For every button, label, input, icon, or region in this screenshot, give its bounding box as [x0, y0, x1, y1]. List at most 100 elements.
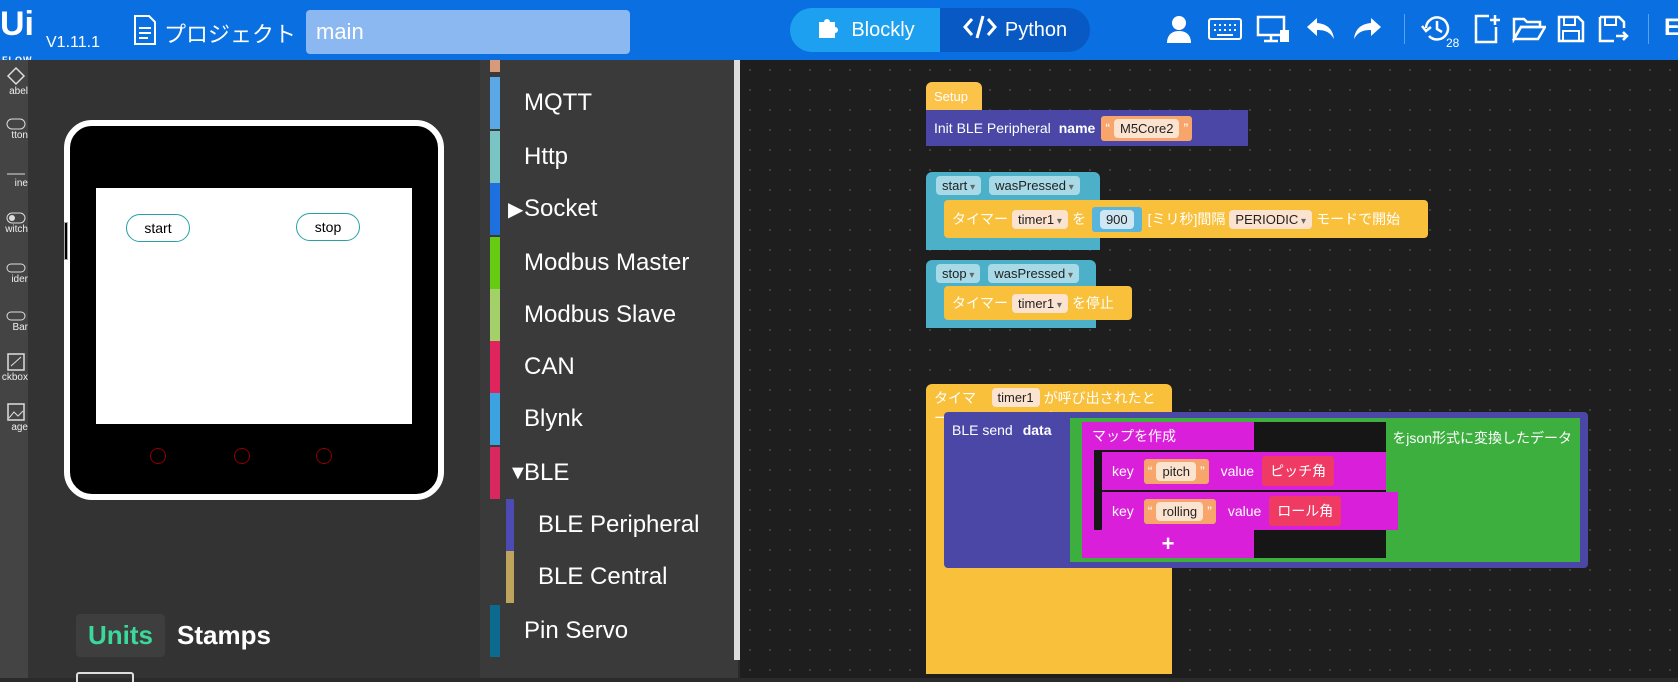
button-widget-icon [6, 118, 26, 130]
hardware-button-c[interactable] [316, 448, 332, 464]
screen-button-stop[interactable]: stop [296, 213, 360, 241]
timer-select[interactable]: timer1 [1012, 209, 1068, 229]
palette-item-image[interactable]: age [0, 402, 28, 446]
version-label: V1.11.1 [46, 34, 100, 51]
line-widget-icon [7, 173, 25, 175]
interval-field[interactable]: 900 [1099, 209, 1134, 229]
hardware-button-b[interactable] [234, 448, 250, 464]
new-file-icon[interactable] [1470, 12, 1504, 46]
key-string-block[interactable]: “pitch” [1143, 458, 1209, 484]
make-map-block[interactable]: マップを作成 [1082, 422, 1254, 450]
mode-select[interactable]: PERIODIC [1229, 209, 1313, 229]
category-can[interactable]: CAN [490, 340, 720, 394]
event-select-stop[interactable]: wasPressed [988, 264, 1080, 283]
key-keyword: key [1112, 503, 1134, 519]
palette-item-switch[interactable]: witch [0, 212, 28, 252]
palette-item-slider-text: ider [11, 274, 28, 285]
slider-widget-icon [6, 263, 26, 273]
user-icon[interactable] [1162, 12, 1196, 46]
truncated-toolbar-item[interactable]: E [1664, 14, 1678, 42]
timer-name-field[interactable]: timer1 [991, 388, 1040, 407]
device-screen[interactable]: start stop [96, 188, 412, 424]
category-ble[interactable]: ▼ BLE [490, 446, 720, 500]
category-color-strip-top [490, 60, 500, 72]
save-icon[interactable] [1554, 12, 1588, 46]
quote-open: “ [1105, 120, 1110, 136]
key-string-block[interactable]: “rolling” [1143, 498, 1216, 524]
make-map-block-spine [1082, 450, 1094, 530]
key-field[interactable]: rolling [1156, 501, 1204, 521]
category-modbus-slave[interactable]: Modbus Slave [490, 288, 720, 342]
save-as-icon[interactable] [1596, 12, 1630, 46]
category-http[interactable]: Http [490, 130, 720, 184]
document-icon [132, 14, 158, 52]
palette-item-bar[interactable]: Bar [0, 310, 28, 350]
name-value-field[interactable]: M5Core2 [1113, 118, 1180, 138]
blockly-workspace[interactable]: Setup Init BLE Peripheral name “ M5Core2… [740, 60, 1678, 678]
screen-button-start[interactable]: start [126, 214, 190, 242]
quote-close: ” [1199, 463, 1205, 479]
timer-keyword: タイマー [952, 295, 1008, 311]
category-modbus-master[interactable]: Modbus Master [490, 236, 720, 290]
category-mqtt[interactable]: MQTT [490, 76, 720, 130]
event-select-start[interactable]: wasPressed [989, 176, 1080, 195]
timer-stop-block[interactable]: タイマー timer1 を停止 [944, 286, 1132, 320]
open-folder-icon[interactable] [1512, 12, 1546, 46]
tab-stamps[interactable]: Stamps [165, 614, 283, 657]
timer-select[interactable]: timer1 [1012, 293, 1068, 313]
category-blynk[interactable]: Blynk [490, 392, 720, 446]
category-color-bar [490, 605, 500, 657]
timer-start-block[interactable]: タイマー timer1 を 900 [ミリ秒]間隔 PERIODIC モードで開… [944, 200, 1428, 238]
key-value-pair-1[interactable]: key “pitch” value ピッチ角 [1102, 452, 1386, 490]
number-block[interactable]: 900 [1091, 206, 1142, 232]
category-label: BLE [524, 459, 570, 486]
string-block[interactable]: “ M5Core2 ” [1101, 115, 1193, 141]
device-icon[interactable] [1256, 12, 1290, 46]
expand-arrow-icon: ▶ [508, 198, 524, 221]
collapse-arrow-icon: ▼ [508, 461, 528, 484]
category-socket[interactable]: ▶ Socket [490, 182, 720, 236]
key-field[interactable]: pitch [1156, 461, 1196, 481]
to-json-label: をjson形式に変換したデータ [1392, 430, 1572, 446]
palette-item-checkbox-text: ckbox [1, 372, 28, 383]
init-ble-block[interactable]: Init BLE Peripheral name “ M5Core2 ” [926, 110, 1248, 146]
bar-widget-icon [6, 311, 26, 321]
tab-units[interactable]: Units [76, 614, 165, 657]
blockly-mode-button[interactable]: Blockly [790, 8, 940, 52]
palette-item-switch-text: witch [5, 224, 28, 235]
top-bar: UiFLOW V1.11.1 プロジェクト main Blockly Pytho… [0, 0, 1678, 65]
button-select-start[interactable]: start [936, 176, 982, 195]
category-color-bar [490, 289, 500, 341]
setup-block[interactable]: Setup [926, 82, 982, 110]
category-color-bar [490, 447, 500, 499]
category-color-bar [490, 183, 500, 235]
python-mode-button[interactable]: Python [940, 8, 1090, 52]
project-label: プロジェクト [164, 22, 297, 47]
undo-icon[interactable] [1304, 12, 1338, 46]
history-count: 28 [1446, 36, 1460, 50]
redo-icon[interactable] [1350, 12, 1384, 46]
palette-item-checkbox[interactable]: ckbox [0, 352, 28, 396]
palette-item-slider[interactable]: ider [0, 262, 28, 302]
palette-item-label[interactable]: abel [0, 66, 28, 106]
button-select-stop[interactable]: stop [936, 264, 981, 283]
value-variable[interactable]: ロール角 [1269, 496, 1342, 526]
category-ble-central[interactable]: BLE Central [490, 550, 720, 604]
palette-item-button[interactable]: tton [0, 118, 28, 158]
key-value-pair-2[interactable]: key “rolling” value ロール角 [1102, 492, 1398, 530]
key-keyword: key [1112, 463, 1134, 479]
device-side-button [64, 222, 68, 260]
hardware-button-a[interactable] [150, 448, 166, 464]
palette-item-line[interactable]: ine [0, 170, 28, 204]
project-menu-button[interactable]: プロジェクト [132, 14, 296, 52]
category-color-bar [506, 499, 514, 551]
project-name-input[interactable]: main [306, 10, 630, 54]
add-pair-button[interactable]: + [1082, 530, 1254, 558]
quote-close: ” [1183, 120, 1189, 136]
category-label: CAN [524, 353, 575, 380]
keyboard-icon[interactable] [1208, 12, 1242, 46]
category-ble-peripheral[interactable]: BLE Peripheral [490, 498, 720, 552]
uiflow-logo: UiFLOW [0, 4, 40, 65]
value-variable[interactable]: ピッチ角 [1262, 456, 1335, 486]
category-pin-servo[interactable]: Pin Servo [490, 604, 720, 658]
